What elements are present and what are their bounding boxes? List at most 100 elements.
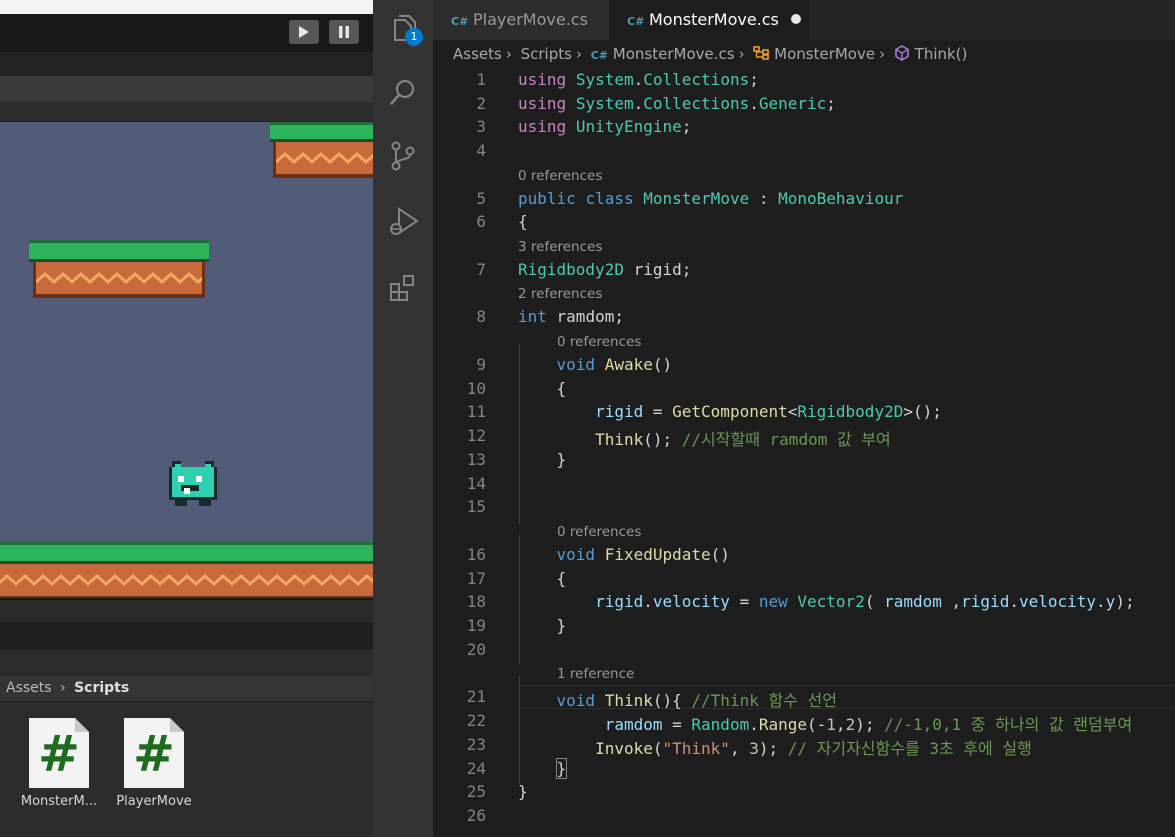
unity-editor-pane: Assets › Scripts # MonsterM... # PlayerM… (0, 0, 373, 837)
breadcrumb-scripts[interactable]: Scripts (521, 45, 572, 63)
zigzag-pattern (0, 574, 373, 586)
breadcrumb-assets[interactable]: Assets (453, 45, 502, 63)
line-number: 25 (466, 782, 486, 801)
code-line: { (518, 569, 567, 588)
asset-label: MonsterM... (20, 794, 98, 809)
code-line: rigid.velocity = new Vector2( ramdom ,ri… (595, 592, 1135, 611)
extensions-icon[interactable] (387, 272, 419, 304)
code-line: using UnityEngine; (518, 117, 692, 136)
pause-icon (339, 26, 349, 38)
code-line: void Think(){ //Think 함수 선언 (556, 691, 837, 710)
line-number: 3 (476, 117, 486, 136)
zigzag-pattern (276, 152, 373, 164)
line-number: 2 (476, 94, 486, 113)
codelens-references[interactable]: 3 references (518, 239, 602, 255)
class-symbol-icon (753, 46, 770, 60)
script-file-icon: # (124, 718, 184, 788)
asset-label: PlayerMove (116, 794, 192, 809)
asset-monstermove[interactable]: # MonsterM... (9, 718, 109, 809)
line-number: 12 (466, 426, 486, 445)
line-number: 20 (466, 640, 486, 659)
chevron-right-icon: › (879, 45, 886, 63)
explorer-badge: 1 (405, 28, 423, 46)
code-line: { (518, 212, 528, 231)
line-number: 19 (466, 616, 486, 635)
line-number: 9 (476, 355, 486, 374)
tab-monstermove[interactable]: C# MonsterMove.cs (609, 0, 809, 40)
unity-project-tabbar (0, 622, 373, 650)
monster-sprite[interactable] (166, 458, 220, 512)
tab-label: PlayerMove.cs (473, 10, 588, 29)
method-symbol-icon (895, 45, 909, 61)
code-line: Rigidbody2D rigid; (518, 260, 692, 279)
breadcrumb-file[interactable]: MonsterMove.cs (613, 45, 735, 63)
line-number: 5 (476, 189, 486, 208)
platform-middle-dirt (33, 262, 205, 298)
editor-tabs: C# PlayerMove.cs C# MonsterMove.cs (433, 0, 1175, 40)
unity-scene-controls (0, 102, 373, 122)
line-number: 7 (476, 260, 486, 279)
line-number: 23 (466, 735, 486, 754)
line-number: 13 (466, 450, 486, 469)
hash-glyph: # (38, 725, 80, 783)
search-icon[interactable] (387, 76, 419, 108)
code-line: { (518, 379, 567, 398)
editor-breadcrumb: Assets › Scripts › C# MonsterMove.cs › Mons… (433, 40, 1175, 70)
chevron-right-icon: › (60, 680, 66, 696)
line-number: 1 (476, 70, 486, 89)
run-debug-icon[interactable] (387, 205, 419, 237)
line-number: 14 (466, 474, 486, 493)
line-number: 4 (476, 141, 486, 160)
platform-top-right-grass (270, 122, 373, 142)
project-breadcrumb: Assets › Scripts (0, 676, 373, 702)
codelens-references[interactable]: 0 references (518, 168, 602, 184)
chevron-right-icon: › (505, 45, 512, 63)
code-line: void Awake() (556, 355, 673, 374)
breadcrumb-class[interactable]: MonsterMove (774, 45, 875, 63)
line-number: 21 (466, 687, 486, 706)
codelens-references[interactable]: 1 reference (557, 666, 634, 682)
codelens-references[interactable]: 2 references (518, 286, 602, 302)
line-number: 16 (466, 545, 486, 564)
hash-glyph: # (133, 725, 175, 783)
breadcrumb-scripts[interactable]: Scripts (74, 680, 129, 696)
csharp-file-icon: C# (451, 15, 469, 28)
code-line: } (518, 782, 528, 801)
line-number: 17 (466, 569, 486, 588)
game-view[interactable] (0, 122, 373, 598)
chevron-right-icon: › (738, 45, 745, 63)
platform-middle-grass (29, 240, 209, 262)
monster-icon (169, 461, 217, 506)
code-line: void FixedUpdate() (556, 545, 730, 564)
code-editor[interactable]: 1 2 3 4 5 6 7 8 9 10 11 12 13 14 15 16 1… (433, 70, 1175, 837)
breadcrumb-assets[interactable]: Assets (6, 680, 52, 696)
code-line: public class MonsterMove : MonoBehaviour (518, 189, 904, 208)
codelens-references[interactable]: 0 references (557, 524, 641, 540)
line-number: 22 (466, 711, 486, 730)
line-number: 15 (466, 497, 486, 516)
code-line: } (555, 758, 568, 779)
tab-playermove[interactable]: C# PlayerMove.cs (433, 0, 609, 40)
play-button[interactable] (289, 20, 319, 44)
script-file-icon: # (29, 718, 89, 788)
codelens-references[interactable]: 0 references (557, 334, 641, 350)
pause-button[interactable] (329, 20, 359, 44)
tab-label: MonsterMove.cs (649, 10, 779, 29)
unsaved-dot-icon[interactable] (790, 14, 801, 24)
line-number: 6 (476, 212, 486, 231)
code-line: using System.Collections; (518, 70, 759, 89)
asset-playermove[interactable]: # PlayerMove (104, 718, 204, 809)
play-icon (299, 26, 309, 38)
code-line: ramdom = Random.Range(-1,2); //-1,0,1 중 … (604, 715, 1133, 734)
breadcrumb-method[interactable]: Think() (915, 45, 968, 63)
line-number: 26 (466, 806, 486, 825)
line-number: 11 (466, 402, 486, 421)
source-control-icon[interactable] (387, 140, 419, 172)
csharp-file-icon: C# (627, 15, 645, 28)
code-line: } (518, 450, 567, 469)
line-number: 24 (466, 759, 486, 778)
ground-grass (0, 542, 373, 564)
line-number: 10 (466, 379, 486, 398)
activity-bar (373, 0, 433, 837)
line-number: 18 (466, 592, 486, 611)
